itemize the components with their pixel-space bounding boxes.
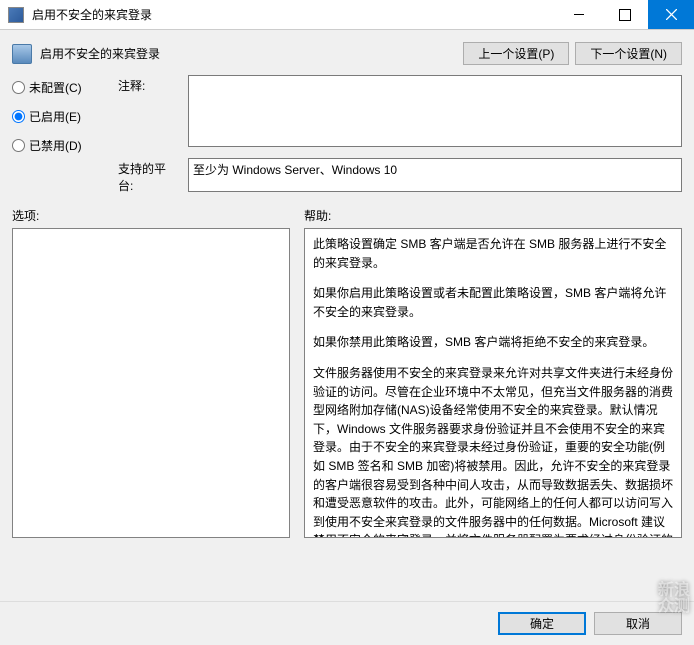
comment-label: 注释: <box>118 75 180 150</box>
radio-not-configured[interactable]: 未配置(C) <box>12 79 104 96</box>
comment-textarea[interactable] <box>188 75 682 147</box>
state-radio-group: 未配置(C) 已启用(E) 已禁用(D) <box>12 75 104 203</box>
help-paragraph: 文件服务器使用不安全的来宾登录来允许对共享文件夹进行未经身份验证的访问。尽管在企… <box>313 364 673 538</box>
radio-enabled[interactable]: 已启用(E) <box>12 108 104 125</box>
help-paragraph: 如果你启用此策略设置或者未配置此策略设置，SMB 客户端将允许不安全的来宾登录。 <box>313 284 673 321</box>
ok-button[interactable]: 确定 <box>498 612 586 635</box>
options-panel <box>12 228 290 538</box>
radio-disabled[interactable]: 已禁用(D) <box>12 137 104 154</box>
title-bar: 启用不安全的来宾登录 <box>0 0 694 30</box>
close-button[interactable] <box>648 0 694 29</box>
window-title: 启用不安全的来宾登录 <box>32 6 556 23</box>
platform-textarea[interactable]: 至少为 Windows Server、Windows 10 <box>188 158 682 192</box>
options-label: 选项: <box>12 207 290 224</box>
help-paragraph: 如果你禁用此策略设置，SMB 客户端将拒绝不安全的来宾登录。 <box>313 333 673 352</box>
maximize-button[interactable] <box>602 0 648 29</box>
cancel-button[interactable]: 取消 <box>594 612 682 635</box>
previous-setting-button[interactable]: 上一个设置(P) <box>463 42 569 65</box>
help-paragraph: 此策略设置确定 SMB 客户端是否允许在 SMB 服务器上进行不安全的来宾登录。 <box>313 235 673 272</box>
dialog-footer: 确定 取消 <box>0 601 694 645</box>
next-setting-button[interactable]: 下一个设置(N) <box>575 42 682 65</box>
minimize-button[interactable] <box>556 0 602 29</box>
window-controls <box>556 0 694 29</box>
policy-icon <box>12 44 32 64</box>
platform-label: 支持的平台: <box>118 158 180 195</box>
help-panel: 此策略设置确定 SMB 客户端是否允许在 SMB 服务器上进行不安全的来宾登录。… <box>304 228 682 538</box>
policy-title: 启用不安全的来宾登录 <box>40 45 455 62</box>
app-icon <box>8 7 24 23</box>
help-label: 帮助: <box>304 207 682 224</box>
